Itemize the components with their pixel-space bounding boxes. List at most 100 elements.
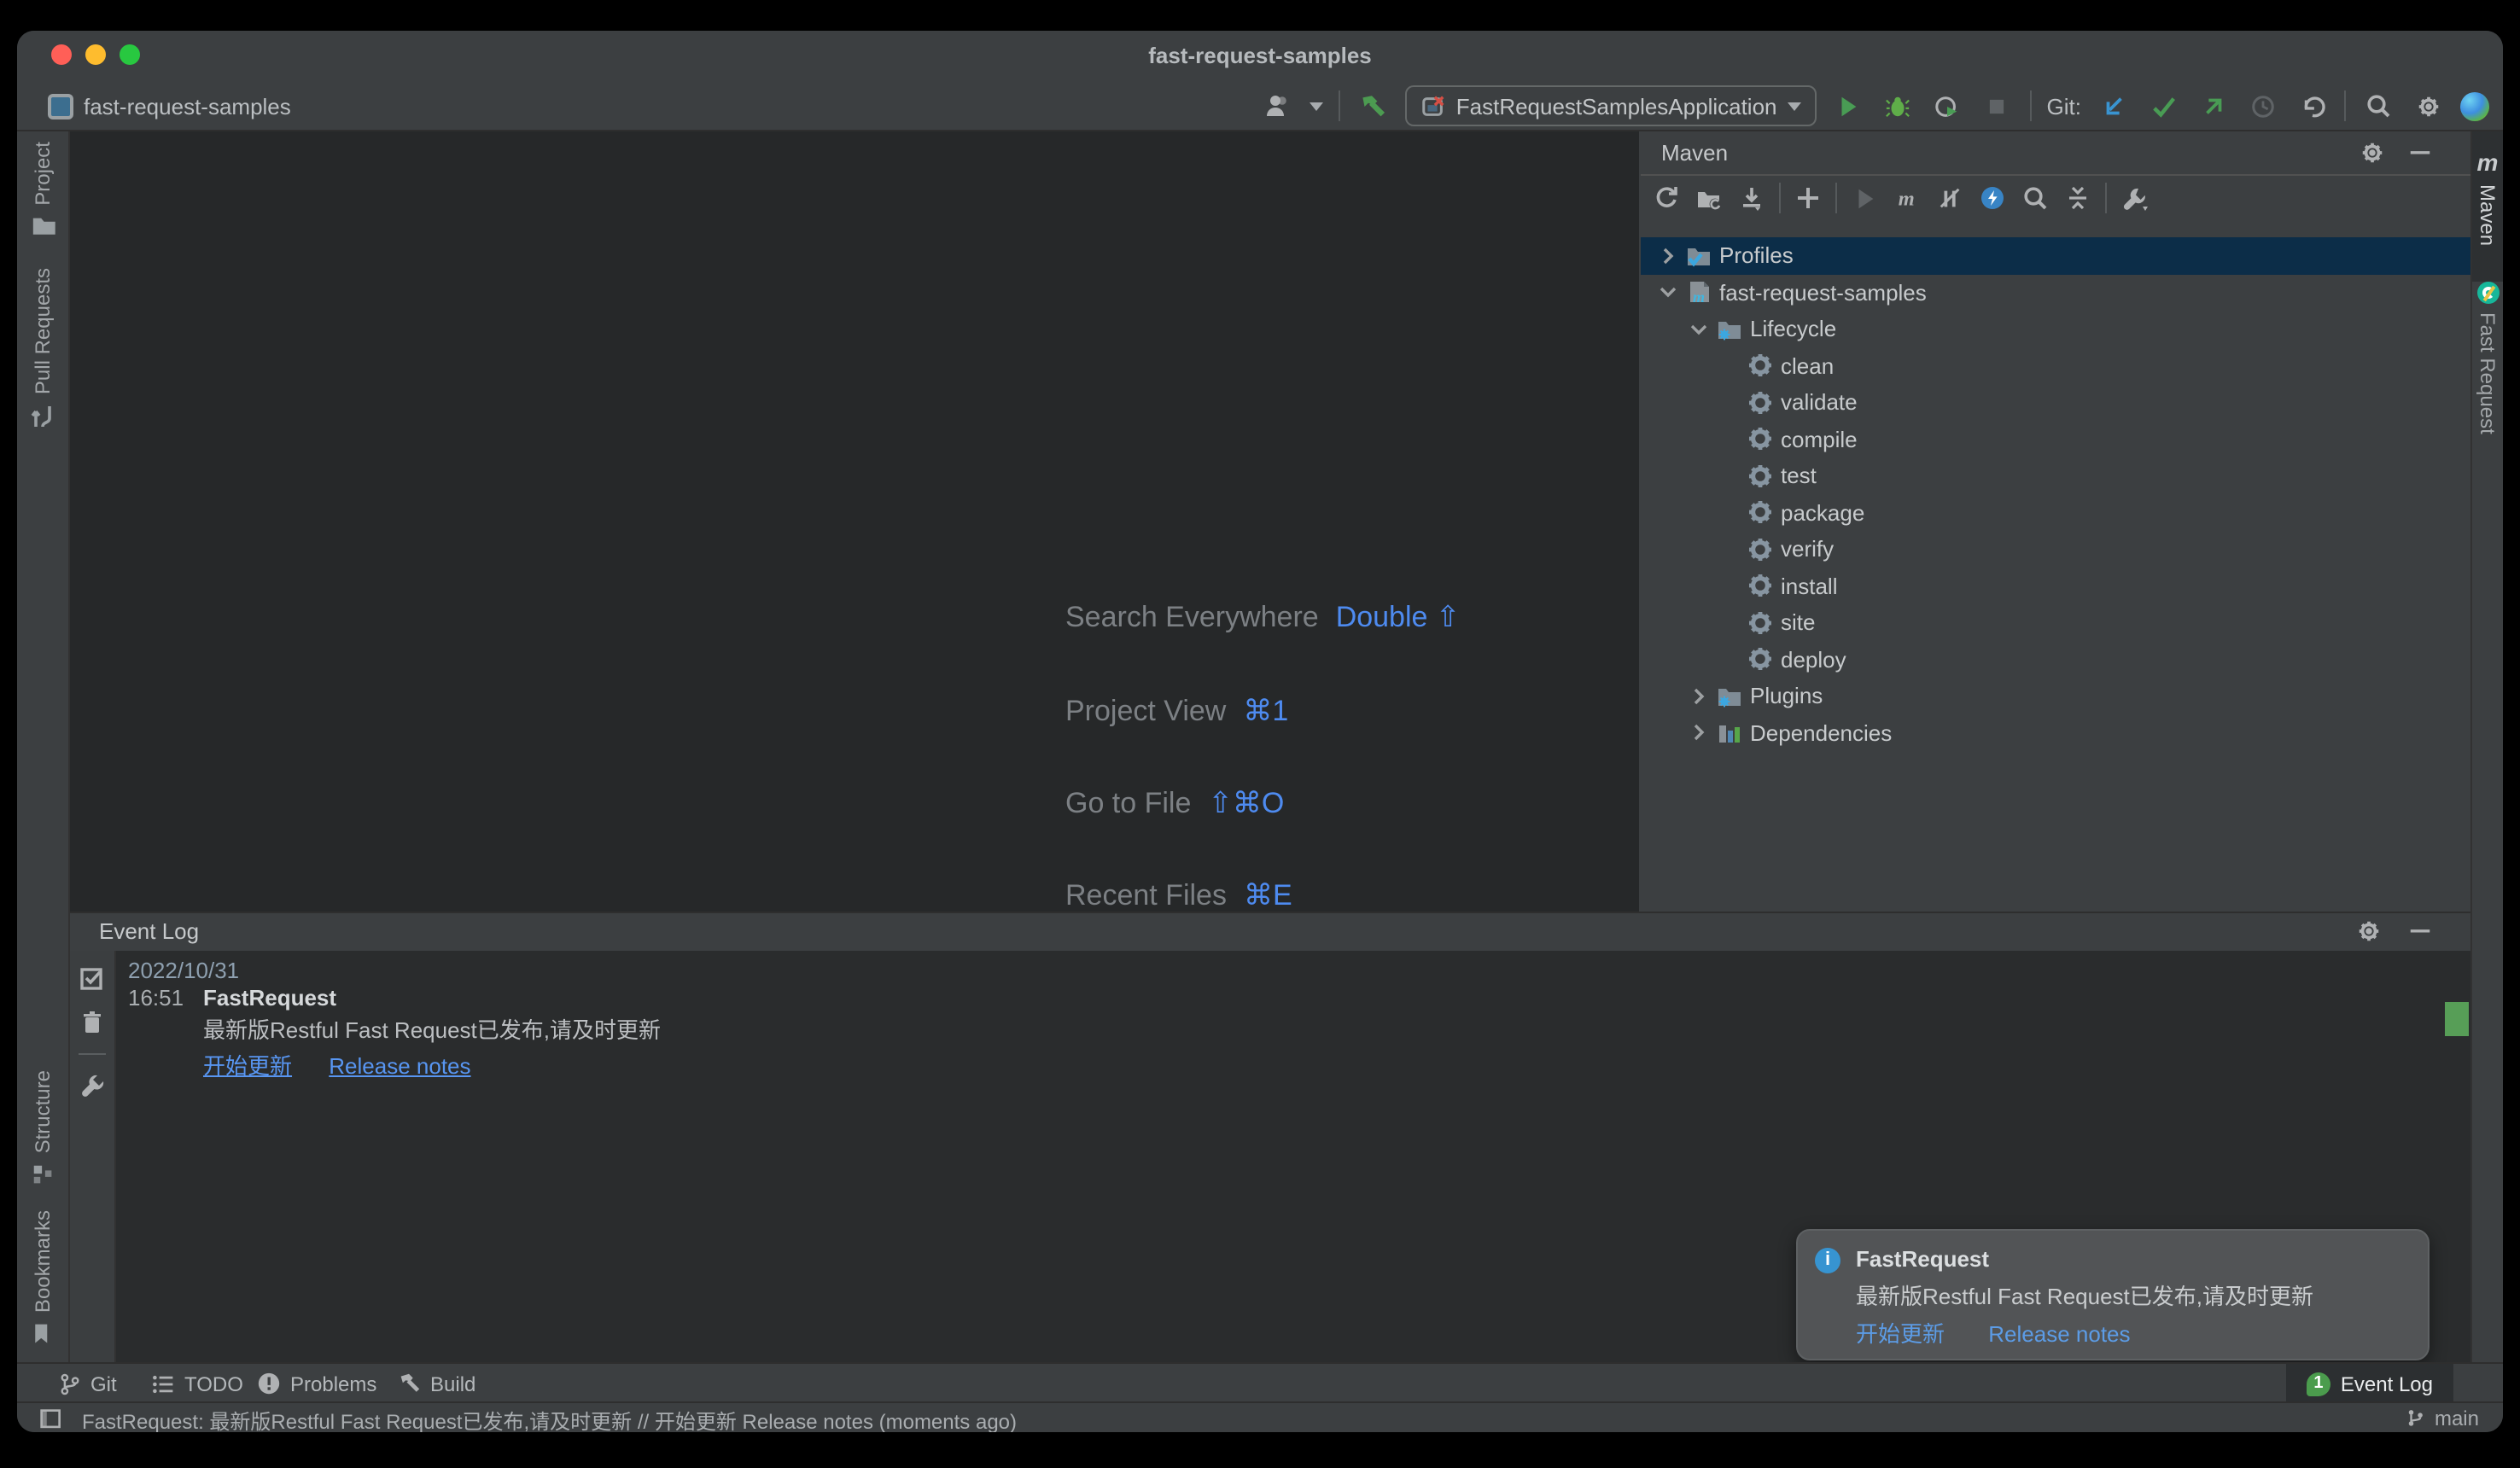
git-push-button[interactable] [2196, 89, 2230, 123]
chevron-down-icon[interactable] [1685, 316, 1712, 343]
event-count-badge: 1 [2307, 1372, 2330, 1395]
refresh-icon[interactable] [1651, 183, 1682, 213]
toolbar-separator [1835, 183, 1837, 213]
chevron-right-icon[interactable] [1685, 719, 1712, 747]
tree-row-deploy[interactable]: deploy [1641, 641, 2470, 678]
search-icon[interactable] [2020, 183, 2050, 213]
tree-row-dependencies[interactable]: Dependencies [1641, 714, 2470, 751]
gear-icon[interactable] [2356, 918, 2382, 944]
tree-row-site[interactable]: site [1641, 604, 2470, 641]
settings-wrench-icon[interactable] [2119, 183, 2150, 213]
tab-todo[interactable]: TODO [150, 1364, 243, 1403]
minimize-icon[interactable] [2407, 140, 2433, 166]
event-log-settings-icon[interactable] [79, 1072, 106, 1099]
toolbar-separator [2030, 90, 2032, 121]
status-message[interactable]: FastRequest: 最新版Restful Fast Request已发布,… [82, 1407, 1017, 1432]
git-branch-icon [58, 1372, 82, 1395]
goal-gear-icon [1747, 426, 1774, 453]
chevron-right-icon[interactable] [1685, 683, 1712, 710]
download-sources-icon[interactable] [1736, 183, 1767, 213]
tab-event-log[interactable]: 1 Event Log [2286, 1364, 2453, 1403]
structure-tab-label: Structure [31, 1070, 55, 1153]
tree-row-package[interactable]: package [1641, 494, 2470, 531]
chevron-down-icon[interactable] [1654, 279, 1682, 306]
editor-area[interactable]: Search EverywhereDouble ⇧Project View⌘1G… [70, 131, 1639, 912]
notification-message: 最新版Restful Fast Request已发布,请及时更新 [1856, 1279, 2313, 1311]
notification-balloon[interactable]: i FastRequest 最新版Restful Fast Request已发布… [1796, 1229, 2430, 1360]
run-button[interactable] [1832, 89, 1866, 123]
sidebar-item-maven[interactable]: m Maven [2472, 131, 2503, 282]
project-selector[interactable]: fast-request-samples [48, 87, 291, 125]
execute-goal-icon[interactable]: m [1892, 183, 1922, 213]
git-update-button[interactable] [2097, 89, 2131, 123]
tree-row-label: install [1781, 574, 1838, 599]
tree-row-label: package [1781, 500, 1864, 526]
bottom-tab-label: Problems [290, 1372, 376, 1395]
tab-git[interactable]: Git [58, 1364, 117, 1403]
tree-row-compile[interactable]: compile [1641, 421, 2470, 457]
shortcut-hint-row: Search EverywhereDouble ⇧ [1065, 601, 1460, 635]
offline-mode-icon[interactable] [1934, 183, 1965, 213]
git-branch-widget[interactable]: main [2406, 1407, 2479, 1430]
settings-gear-button[interactable] [2411, 89, 2445, 123]
tree-row-label: deploy [1781, 647, 1846, 673]
sidebar-item-structure[interactable]: Structure [17, 1070, 68, 1187]
update-link[interactable]: 开始更新 [203, 1053, 292, 1079]
minimize-icon[interactable] [2407, 918, 2433, 944]
mark-all-read-icon[interactable] [79, 964, 106, 992]
release-notes-link[interactable]: Release notes [329, 1053, 470, 1079]
search-everywhere-button[interactable] [2361, 89, 2395, 123]
tree-row-label: compile [1781, 427, 1858, 452]
tool-windows-toggle-icon[interactable] [39, 1408, 63, 1432]
rollback-button[interactable] [2295, 89, 2329, 123]
maven-module-icon: m [1685, 279, 1712, 306]
sidebar-item-project[interactable]: Project [17, 142, 68, 240]
sidebar-item-fast-request[interactable]: Fast Request [2472, 282, 2503, 434]
tree-row-clean[interactable]: clean [1641, 347, 2470, 384]
tab-problems[interactable]: Problems [256, 1364, 376, 1403]
debug-button[interactable] [1881, 89, 1916, 123]
title-bar: fast-request-samples [17, 31, 2503, 82]
sidebar-item-pull-requests[interactable]: Pull Requests [17, 268, 68, 430]
reimport-folder-icon[interactable] [1694, 183, 1724, 213]
chevron-right-icon[interactable] [1654, 242, 1682, 270]
user-account-icon[interactable] [1260, 89, 1294, 123]
tree-row-profiles[interactable]: Profiles [1641, 237, 2470, 274]
gradle-sphere-icon[interactable] [2460, 91, 2489, 120]
sidebar-item-bookmarks[interactable]: Bookmarks [17, 1210, 68, 1347]
tree-row-label: verify [1781, 537, 1834, 562]
project-name: fast-request-samples [84, 93, 291, 119]
release-notes-link[interactable]: Release notes [1988, 1321, 2130, 1347]
collapse-all-icon[interactable] [2062, 183, 2093, 213]
tree-row-verify[interactable]: verify [1641, 531, 2470, 568]
tab-build[interactable]: Build [396, 1364, 475, 1403]
goal-gear-icon [1747, 609, 1774, 637]
stop-button [1980, 89, 2015, 123]
gear-icon[interactable] [2360, 140, 2385, 166]
run-configuration-select[interactable]: FastRequestSamplesApplication [1405, 85, 1817, 126]
shortcut-keys: ⇧⌘O [1208, 787, 1284, 819]
tree-row-lifecycle[interactable]: Lifecycle [1641, 311, 2470, 347]
tree-row-install[interactable]: install [1641, 568, 2470, 604]
add-icon[interactable] [1793, 183, 1823, 213]
tree-row-validate[interactable]: validate [1641, 384, 2470, 421]
run-disabled-icon[interactable] [1849, 183, 1880, 213]
build-project-button[interactable] [1356, 89, 1390, 123]
goal-gear-icon [1747, 573, 1774, 600]
skip-tests-icon[interactable] [1977, 183, 2008, 213]
shortcut-keys: Double ⇧ [1336, 601, 1461, 633]
clear-all-icon[interactable] [79, 1009, 106, 1036]
git-commit-button[interactable] [2146, 89, 2180, 123]
todo-list-icon [150, 1372, 176, 1395]
tree-row-fast-request-samples[interactable]: m fast-request-samples [1641, 274, 2470, 311]
tree-row-plugins[interactable]: Plugins [1641, 678, 2470, 714]
event-source: FastRequest [203, 985, 336, 1011]
shortcut-label: Go to File [1065, 787, 1191, 819]
tree-row-test[interactable]: test [1641, 457, 2470, 494]
toolbar-separator [1779, 183, 1781, 213]
git-branch-icon [2406, 1407, 2428, 1430]
tree-row-label: fast-request-samples [1719, 280, 1927, 306]
run-with-coverage-button[interactable] [1931, 89, 1965, 123]
update-link[interactable]: 开始更新 [1856, 1321, 1945, 1347]
scrollbar-marker[interactable] [2445, 1002, 2469, 1036]
